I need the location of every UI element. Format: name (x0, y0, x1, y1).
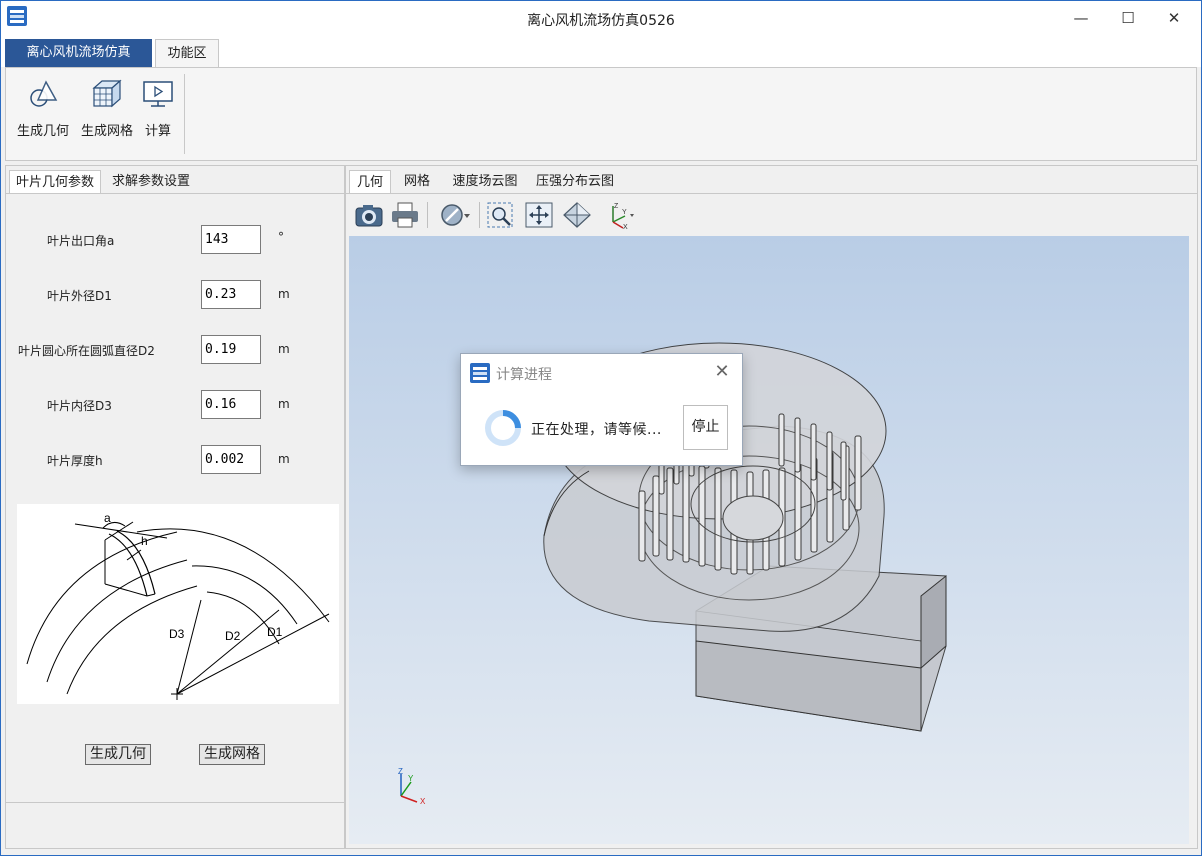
dialog-close-button[interactable]: ✕ (710, 360, 734, 384)
ribbon-tab-bar: 离心风机流场仿真 功能区 (1, 37, 1201, 67)
diagram-label-a: a (104, 511, 111, 525)
tab-velocity-contour[interactable]: 速度场云图 (444, 170, 526, 194)
param-unit: m (278, 397, 290, 411)
generate-geometry-button[interactable]: 生成几何 (85, 744, 151, 765)
tab-divider (346, 193, 1197, 194)
svg-text:Z: Z (614, 203, 619, 210)
outer-diameter-input[interactable] (201, 280, 261, 309)
ribbon-button-label: 生成网格 (80, 124, 133, 139)
view-panel: 几何 网格 速度场云图 压强分布云图 Z Y X Z Y X (345, 165, 1198, 849)
diagram-label-d1: D1 (267, 625, 283, 639)
ribbon-generate-mesh-button[interactable]: 生成网格 (76, 74, 138, 144)
svg-text:X: X (623, 224, 628, 230)
loading-spinner-icon (485, 410, 521, 446)
ribbon-compute-button[interactable]: 计算 (140, 74, 176, 144)
print-icon[interactable] (389, 200, 421, 230)
window-title: 离心风机流场仿真0526 (527, 13, 675, 29)
dialog-message: 正在处理，请等候... (531, 422, 662, 438)
app-window: 离心风机流场仿真0526 — ☐ ✕ 离心风机流场仿真 功能区 生成几何 生成网… (0, 0, 1202, 856)
param-label-thickness: 叶片厚度h (47, 454, 103, 468)
tab-pressure-contour[interactable]: 压强分布云图 (531, 170, 619, 194)
param-unit: m (278, 452, 290, 466)
diagram-label-d2: D2 (225, 629, 241, 643)
ribbon-button-label: 生成几何 (16, 124, 69, 139)
minimize-button[interactable]: — (1061, 7, 1101, 29)
tab-geometry[interactable]: 几何 (349, 170, 391, 194)
ribbon-generate-geometry-button[interactable]: 生成几何 (12, 74, 74, 144)
panel-divider (6, 802, 344, 803)
param-label-arc-diameter: 叶片圆心所在圆弧直径D2 (18, 344, 155, 358)
close-button[interactable]: ✕ (1154, 7, 1194, 29)
view-toolbar: Z Y X (349, 196, 1191, 234)
ribbon-separator (184, 74, 185, 154)
maximize-button[interactable]: ☐ (1108, 7, 1148, 29)
compute-icon (143, 81, 173, 107)
stop-button[interactable]: 停止 (683, 405, 728, 450)
tab-app-menu[interactable]: 离心风机流场仿真 (5, 39, 152, 67)
axis-label-z: Z (398, 767, 403, 776)
param-label-outer-diameter: 叶片外径D1 (47, 289, 112, 303)
toolbar-separator (479, 202, 480, 228)
param-unit: m (278, 287, 290, 301)
zoom-box-icon[interactable] (485, 200, 517, 230)
blade-parameter-diagram: a h D3 D2 D1 (17, 504, 339, 704)
svg-text:Y: Y (622, 209, 627, 216)
title-bar: 离心风机流场仿真0526 — ☐ ✕ (1, 1, 1201, 37)
inner-diameter-input[interactable] (201, 390, 261, 419)
param-label-inner-diameter: 叶片内径D3 (47, 399, 112, 413)
geometry-icon (30, 80, 58, 107)
dialog-title: 计算进程 (496, 367, 552, 383)
diagram-label-h: h (141, 534, 148, 548)
axes-icon[interactable]: Z Y X (603, 200, 635, 230)
toolbar-separator (427, 202, 428, 228)
tab-divider (6, 193, 344, 194)
param-unit: m (278, 342, 290, 356)
tab-mesh[interactable]: 网格 (396, 170, 438, 194)
tab-functions[interactable]: 功能区 (155, 39, 219, 67)
arc-diameter-input[interactable] (201, 335, 261, 364)
diagram-label-d3: D3 (169, 627, 185, 641)
3d-viewport[interactable]: Z Y X (349, 236, 1189, 844)
generate-mesh-button[interactable]: 生成网格 (199, 744, 265, 765)
outlet-angle-input[interactable] (201, 225, 261, 254)
axis-triad: Z Y X (398, 767, 426, 806)
render-mode-icon[interactable] (439, 200, 471, 230)
ribbon-button-label: 计算 (144, 124, 171, 139)
camera-icon[interactable] (353, 200, 385, 230)
axis-label-x: X (420, 797, 426, 806)
axis-label-y: Y (408, 774, 414, 783)
fan-model: Z Y X (398, 342, 947, 806)
progress-dialog: 计算进程 ✕ 正在处理，请等候... 停止 (460, 353, 743, 466)
thickness-input[interactable] (201, 445, 261, 474)
mesh-icon (92, 79, 122, 108)
app-icon (470, 363, 490, 383)
param-label-outlet-angle: 叶片出口角a (47, 234, 115, 248)
fit-all-icon[interactable] (523, 200, 555, 230)
left-panel: 叶片几何参数 求解参数设置 叶片出口角a ° 叶片外径D1 m 叶片圆心所在圆弧… (5, 165, 345, 849)
tab-blade-geometry-params[interactable]: 叶片几何参数 (9, 170, 101, 194)
iso-view-icon[interactable] (561, 200, 593, 230)
tab-solver-settings[interactable]: 求解参数设置 (106, 170, 196, 194)
ribbon-panel: 生成几何 生成网格 计算 (5, 67, 1197, 161)
param-unit: ° (278, 230, 284, 244)
